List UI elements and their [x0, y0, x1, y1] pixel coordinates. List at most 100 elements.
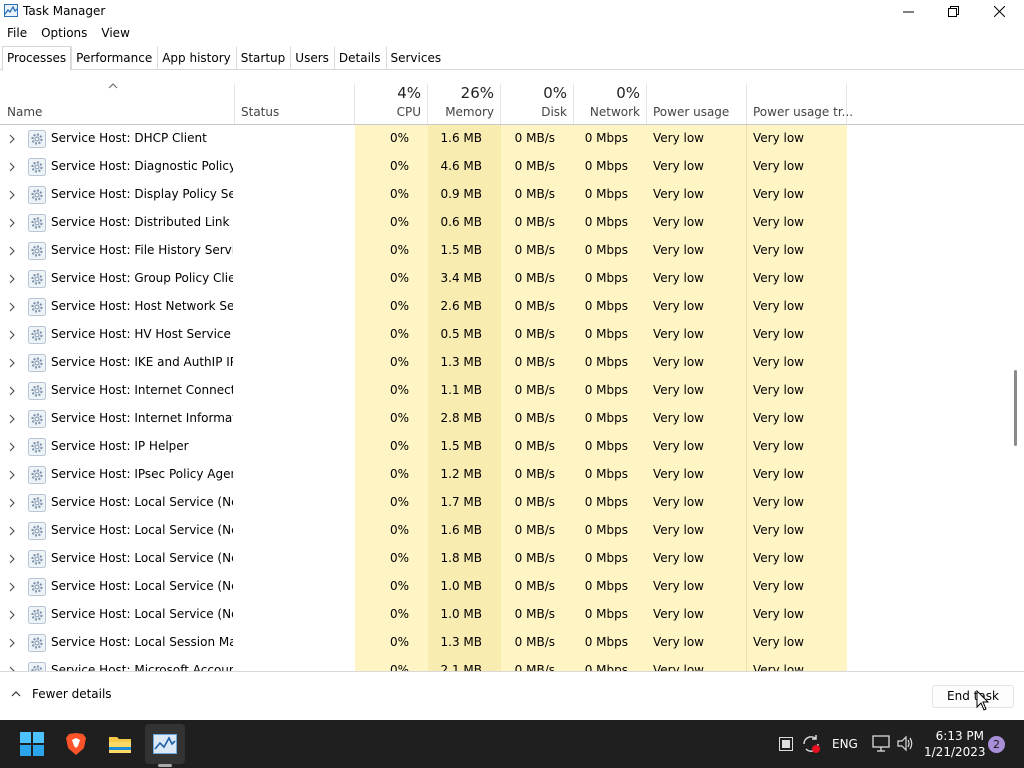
power-value: Very low: [653, 523, 704, 537]
column-header-memory[interactable]: 26% Memory: [428, 84, 501, 124]
disk-value: 0 MB/s: [514, 607, 555, 621]
table-row[interactable]: Service Host: Display Policy Serv... 0% 0.…: [0, 181, 1012, 209]
network-value: 0 Mbps: [584, 159, 628, 173]
table-row[interactable]: Service Host: Distributed Link Tr... 0% 0.…: [0, 209, 1012, 237]
table-row[interactable]: Service Host: Host Network Serv... 0% 2.6 …: [0, 293, 1012, 321]
active-app-indicator: [158, 764, 172, 767]
taskbar-task-manager[interactable]: [145, 724, 185, 764]
chevron-right-icon[interactable]: [8, 330, 16, 340]
tab-bar: Processes Performance App history Startu…: [0, 44, 1024, 71]
table-row[interactable]: Service Host: Group Policy Client 0% 3.4 M…: [0, 265, 1012, 293]
chevron-right-icon[interactable]: [8, 302, 16, 312]
menu-view[interactable]: View: [94, 23, 136, 43]
column-header-power[interactable]: Power usage: [647, 84, 747, 124]
table-row[interactable]: Service Host: Local Service (Net... 0% 1.8…: [0, 545, 1012, 573]
memory-total-percent: 26%: [460, 84, 494, 102]
cpu-value: 0%: [389, 383, 409, 397]
cpu-value: 0%: [389, 663, 409, 671]
notification-badge[interactable]: 2: [988, 736, 1005, 753]
table-row[interactable]: Service Host: Diagnostic Policy ... 0% 4.6…: [0, 153, 1012, 181]
memory-value: 2.6 MB: [440, 299, 482, 313]
gear-icon: [28, 186, 46, 204]
column-header-name[interactable]: Name: [0, 84, 235, 124]
chevron-right-icon[interactable]: [8, 190, 16, 200]
minimize-icon: [902, 11, 914, 12]
table-row[interactable]: Service Host: File History Service 0% 1.5 …: [0, 237, 1012, 265]
chevron-right-icon[interactable]: [8, 162, 16, 172]
network-icon[interactable]: [872, 735, 890, 752]
chevron-right-icon[interactable]: [8, 470, 16, 480]
tab-details[interactable]: Details: [333, 46, 386, 70]
cpu-value: 0%: [389, 271, 409, 285]
table-row[interactable]: Service Host: IKE and AuthIP IPs... 0% 1.3…: [0, 349, 1012, 377]
sync-icon[interactable]: [801, 734, 821, 754]
column-header-cpu[interactable]: 4% CPU: [355, 84, 428, 124]
column-header-status[interactable]: Status: [235, 84, 355, 124]
screenshot-tool-icon[interactable]: [779, 737, 793, 751]
table-row[interactable]: Service Host: DHCP Client 0% 1.6 MB 0 MB/s 0…: [0, 125, 1012, 153]
chevron-right-icon[interactable]: [8, 582, 16, 592]
chevron-right-icon[interactable]: [8, 386, 16, 396]
tab-services[interactable]: Services: [385, 46, 447, 70]
taskbar-file-explorer[interactable]: [100, 724, 140, 764]
power-trend-value: Very low: [753, 551, 804, 565]
menu-options[interactable]: Options: [34, 23, 94, 43]
chevron-right-icon[interactable]: [8, 218, 16, 228]
chevron-right-icon[interactable]: [8, 498, 16, 508]
close-button[interactable]: [976, 0, 1022, 22]
tab-performance[interactable]: Performance: [71, 46, 157, 70]
tab-startup[interactable]: Startup: [235, 46, 291, 70]
table-row[interactable]: Service Host: Local Session Man... 0% 1.3 …: [0, 629, 1012, 657]
table-row[interactable]: Service Host: Local Service (Net... 0% 1.0…: [0, 573, 1012, 601]
minimize-button[interactable]: [885, 0, 931, 22]
chevron-right-icon[interactable]: [8, 246, 16, 256]
vertical-scrollbar[interactable]: [1012, 125, 1024, 671]
disk-value: 0 MB/s: [514, 187, 555, 201]
table-row[interactable]: Service Host: Local Service (Net... 0% 1.6…: [0, 517, 1012, 545]
column-header-disk[interactable]: 0% Disk: [501, 84, 574, 124]
table-row[interactable]: Service Host: Microsoft Accoun... 0% 2.1 M…: [0, 657, 1012, 671]
tab-users[interactable]: Users: [290, 46, 334, 70]
power-trend-value: Very low: [753, 635, 804, 649]
chevron-right-icon[interactable]: [8, 134, 16, 144]
menu-file[interactable]: File: [0, 23, 34, 43]
gear-icon: [28, 494, 46, 512]
table-row[interactable]: Service Host: Local Service (No ... 0% 1.0…: [0, 601, 1012, 629]
power-trend-value: Very low: [753, 663, 804, 671]
cpu-value: 0%: [389, 579, 409, 593]
column-header-power-trend[interactable]: Power usage tr...: [747, 84, 853, 124]
fewer-details-button[interactable]: Fewer details: [10, 687, 112, 701]
memory-value: 1.5 MB: [440, 243, 482, 257]
table-row[interactable]: Service Host: Local Service (Net... 0% 1.7…: [0, 489, 1012, 517]
tab-processes[interactable]: Processes: [2, 46, 72, 71]
start-button[interactable]: [12, 724, 52, 764]
cpu-total-percent: 4%: [397, 84, 421, 102]
chevron-right-icon[interactable]: [8, 554, 16, 564]
end-task-button[interactable]: End task: [932, 685, 1014, 708]
taskbar-brave[interactable]: [56, 724, 96, 764]
windows-start-icon: [20, 732, 44, 756]
scrollbar-thumb[interactable]: [1014, 370, 1017, 446]
chevron-right-icon[interactable]: [8, 274, 16, 284]
table-row[interactable]: Service Host: HV Host Service 0% 0.5 MB 0 M…: [0, 321, 1012, 349]
process-name: Service Host: Local Service (Net...: [51, 495, 233, 509]
table-row[interactable]: Service Host: Internet Informati... 0% 2.8…: [0, 405, 1012, 433]
volume-icon[interactable]: [897, 735, 915, 752]
chevron-right-icon[interactable]: [8, 414, 16, 424]
power-trend-value: Very low: [753, 271, 804, 285]
table-row[interactable]: Service Host: Internet Connecti... 0% 1.1 …: [0, 377, 1012, 405]
language-indicator[interactable]: ENG: [832, 720, 858, 768]
column-header-network[interactable]: 0% Network: [574, 84, 647, 124]
chevron-right-icon[interactable]: [8, 610, 16, 620]
chevron-right-icon[interactable]: [8, 526, 16, 536]
clock[interactable]: 6:13 PM 1/21/2023: [924, 728, 986, 760]
chevron-right-icon[interactable]: [8, 358, 16, 368]
maximize-button[interactable]: [930, 0, 976, 22]
chevron-right-icon[interactable]: [8, 442, 16, 452]
tab-app-history[interactable]: App history: [157, 46, 236, 70]
column-label-name: Name: [7, 105, 43, 119]
table-row[interactable]: Service Host: IP Helper 0% 1.5 MB 0 MB/s 0 M…: [0, 433, 1012, 461]
chevron-right-icon[interactable]: [8, 638, 16, 648]
table-row[interactable]: Service Host: IPsec Policy Agent 0% 1.2 MB…: [0, 461, 1012, 489]
disk-value: 0 MB/s: [514, 411, 555, 425]
